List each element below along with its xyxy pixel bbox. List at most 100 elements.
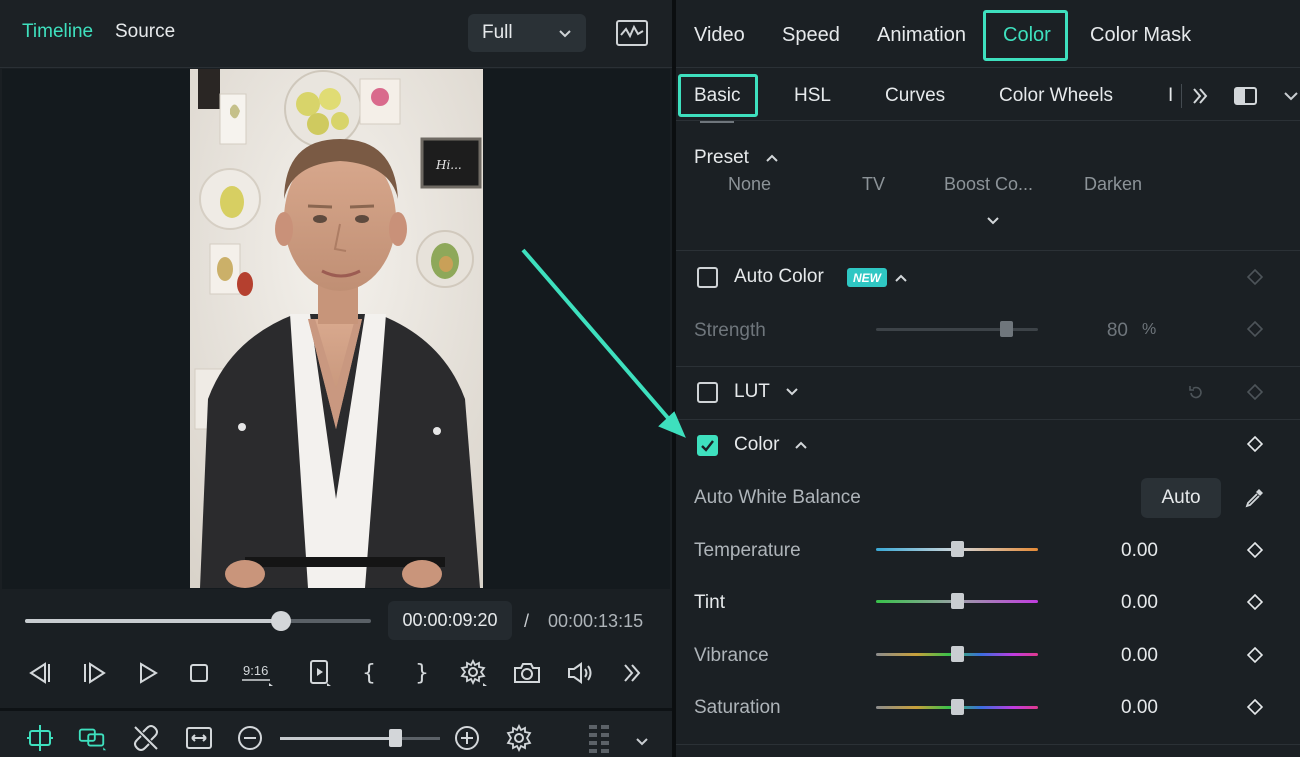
quality-select[interactable]: Full	[468, 14, 586, 52]
vibrance-slider[interactable]	[876, 646, 1038, 662]
step-forward-icon	[84, 662, 106, 684]
mark-in-button[interactable]: {	[352, 656, 386, 690]
saturation-handle[interactable]	[951, 699, 964, 715]
fit-timeline-button[interactable]	[184, 723, 214, 753]
zoom-out-button[interactable]	[235, 723, 265, 753]
tab-animation[interactable]: Animation	[877, 24, 966, 47]
vibrance-value[interactable]: 0.00	[1078, 645, 1158, 667]
saturation-value[interactable]: 0.00	[1078, 697, 1158, 719]
video-preview-frame[interactable]: Hi...	[190, 69, 483, 588]
compare-view-icon[interactable]	[1233, 85, 1259, 107]
strength-unit: %	[1142, 321, 1157, 338]
subtab-separator	[1181, 84, 1182, 108]
chevron-up-icon[interactable]	[893, 270, 909, 286]
section-divider	[676, 419, 1300, 420]
toolbar-expand-button[interactable]	[627, 726, 657, 756]
aspect-ratio-button[interactable]: 9:16	[238, 656, 276, 690]
subtab-hsl[interactable]: HSL	[794, 85, 831, 107]
chevron-down-icon[interactable]	[784, 384, 800, 400]
mark-out-button[interactable]: }	[405, 656, 439, 690]
color-section-label: Color	[734, 434, 780, 455]
tab-speed[interactable]: Speed	[782, 24, 840, 47]
snap-button[interactable]	[25, 723, 55, 753]
tab-source[interactable]: Source	[115, 21, 175, 43]
keyframe-diamond-icon[interactable]	[1247, 594, 1263, 610]
subtab-hidden[interactable]: I	[1168, 85, 1174, 107]
lut-checkbox[interactable]	[697, 382, 718, 403]
keyframe-diamond-icon[interactable]	[1247, 436, 1263, 452]
more-controls-button[interactable]	[615, 656, 649, 690]
stop-icon	[190, 664, 208, 682]
new-badge: NEW	[847, 268, 887, 287]
snapshot-button[interactable]	[510, 656, 544, 690]
playback-progress-fill	[25, 619, 282, 623]
preset-tv[interactable]: TV	[862, 174, 885, 192]
eyedropper-icon[interactable]	[1244, 486, 1266, 508]
current-timecode[interactable]: 00:00:09:20	[388, 601, 512, 640]
strength-value[interactable]: 80	[1048, 320, 1128, 342]
auto-color-checkbox[interactable]	[697, 267, 718, 288]
playhead-handle[interactable]	[271, 611, 292, 631]
volume-button[interactable]	[563, 656, 597, 690]
subtab-curves[interactable]: Curves	[885, 85, 945, 107]
vibrance-handle[interactable]	[951, 646, 964, 662]
previous-frame-button[interactable]	[22, 656, 56, 690]
play-button[interactable]	[131, 656, 165, 690]
chevron-down-icon[interactable]	[1283, 88, 1299, 104]
keyframe-diamond-icon[interactable]	[1247, 384, 1263, 400]
tint-value[interactable]: 0.00	[1078, 592, 1158, 614]
player-settings-button[interactable]	[457, 656, 491, 690]
scroll-indicator	[700, 121, 734, 123]
tab-video[interactable]: Video	[694, 24, 745, 47]
gear-icon	[506, 724, 532, 752]
preset-none[interactable]: None	[728, 174, 771, 192]
saturation-slider[interactable]	[876, 699, 1038, 715]
temperature-slider[interactable]	[876, 541, 1038, 557]
waveform-icon[interactable]	[616, 20, 648, 46]
keyframe-diamond-icon[interactable]	[1247, 321, 1263, 337]
section-divider	[676, 366, 1300, 367]
keyframe-diamond-icon[interactable]	[1247, 647, 1263, 663]
reset-icon[interactable]	[1187, 384, 1205, 402]
chevron-up-icon[interactable]	[793, 437, 809, 453]
grid-view-button[interactable]	[585, 723, 615, 753]
keyframe-diamond-icon[interactable]	[1247, 699, 1263, 715]
keyframe-diamond-icon[interactable]	[1247, 542, 1263, 558]
zoom-in-button[interactable]	[452, 723, 482, 753]
stop-button[interactable]	[182, 656, 216, 690]
render-preview-button[interactable]	[303, 656, 337, 690]
preset-boost-color[interactable]: Boost Co...	[944, 174, 1033, 192]
next-frame-button[interactable]	[78, 656, 112, 690]
vibrance-label: Vibrance	[694, 645, 769, 666]
strength-slider[interactable]	[876, 321, 1038, 337]
strength-handle[interactable]	[999, 321, 1013, 337]
chevron-up-icon[interactable]	[764, 150, 780, 166]
auto-link-icon	[78, 728, 107, 751]
color-checkbox[interactable]	[697, 435, 718, 456]
tab-color-mask[interactable]: Color Mask	[1090, 24, 1191, 47]
link-clips-button[interactable]	[77, 723, 107, 753]
play-icon	[140, 662, 158, 684]
keyframe-diamond-icon[interactable]	[1247, 269, 1263, 285]
auto-white-balance-button[interactable]: Auto	[1141, 478, 1221, 518]
step-back-icon	[29, 662, 50, 684]
tab-timeline[interactable]: Timeline	[22, 21, 93, 43]
timeline-settings-button[interactable]	[504, 723, 534, 753]
fit-width-icon	[186, 727, 212, 749]
preset-darken[interactable]: Darken	[1084, 174, 1142, 192]
temperature-handle[interactable]	[951, 541, 964, 557]
section-divider	[676, 250, 1300, 251]
temperature-label: Temperature	[694, 540, 801, 561]
timeline-zoom-slider[interactable]	[280, 729, 440, 747]
double-chevron-right-icon[interactable]	[1190, 86, 1210, 106]
playback-progress-bar[interactable]	[25, 611, 371, 631]
temperature-value[interactable]: 0.00	[1078, 540, 1158, 562]
tint-handle[interactable]	[951, 593, 964, 609]
subtab-color-wheels[interactable]: Color Wheels	[999, 85, 1113, 107]
zoom-handle[interactable]	[389, 729, 403, 747]
unlink-button[interactable]	[131, 723, 161, 753]
svg-text:{: {	[362, 661, 376, 686]
tint-slider[interactable]	[876, 593, 1038, 609]
render-preview-icon	[310, 660, 331, 686]
chevron-down-icon[interactable]	[985, 213, 1001, 229]
